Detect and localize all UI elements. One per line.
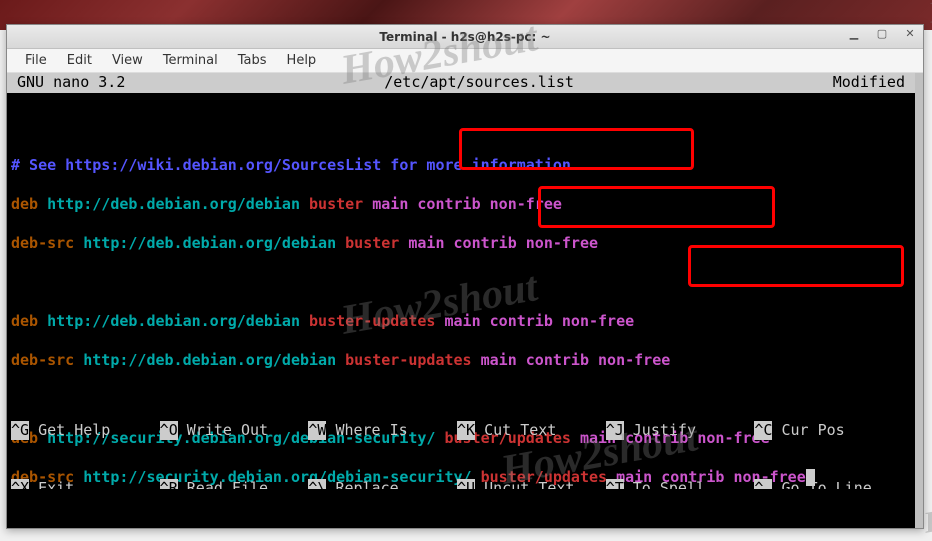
window-controls: ▁ ▢ ✕ bbox=[847, 27, 917, 41]
shortcut-cell: ^X Exit bbox=[11, 479, 160, 489]
editor-line: # See https://wiki.debian.org/SourcesLis… bbox=[11, 156, 911, 176]
shortcut-cell: ^W Where Is bbox=[308, 421, 457, 441]
shortcut-cell: ^G Get Help bbox=[11, 421, 160, 441]
minimize-button[interactable]: ▁ bbox=[847, 27, 861, 41]
nano-filename: /etc/apt/sources.list bbox=[125, 73, 832, 93]
menubar: File Edit View Terminal Tabs Help bbox=[7, 49, 923, 73]
menu-file[interactable]: File bbox=[15, 50, 57, 71]
shortcut-cell: ^R Read File bbox=[160, 479, 309, 489]
shortcut-cell: ^J Justify bbox=[606, 421, 755, 441]
shortcut-cell: ^\ Replace bbox=[308, 479, 457, 489]
editor-line: deb http://deb.debian.org/debian buster-… bbox=[11, 312, 911, 332]
menu-edit[interactable]: Edit bbox=[57, 50, 102, 71]
editor-line: deb http://deb.debian.org/debian buster … bbox=[11, 195, 911, 215]
shortcut-row: ^X Exit ^R Read File ^\ Replace ^U Uncut… bbox=[11, 479, 903, 489]
shortcut-cell: ^C Cur Pos bbox=[754, 421, 903, 441]
close-button[interactable]: ✕ bbox=[903, 27, 917, 41]
terminal-window: Terminal - h2s@h2s-pc: ~ ▁ ▢ ✕ File Edit… bbox=[6, 24, 924, 529]
nano-status: Modified bbox=[833, 73, 911, 93]
shortcut-cell: ^_ Go To Line bbox=[754, 479, 903, 489]
nano-header: GNU nano 3.2 /etc/apt/sources.list Modif… bbox=[7, 73, 915, 93]
editor-line bbox=[11, 273, 911, 293]
shortcut-row: ^G Get Help ^O Write Out ^W Where Is ^K … bbox=[11, 421, 903, 441]
window-titlebar[interactable]: Terminal - h2s@h2s-pc: ~ ▁ ▢ ✕ bbox=[7, 25, 923, 49]
nano-version: GNU nano 3.2 bbox=[11, 73, 125, 93]
menu-terminal[interactable]: Terminal bbox=[153, 50, 228, 71]
menu-view[interactable]: View bbox=[102, 50, 153, 71]
window-title: Terminal - h2s@h2s-pc: ~ bbox=[379, 30, 550, 44]
editor-line: deb-src http://deb.debian.org/debian bus… bbox=[11, 234, 911, 254]
terminal-content[interactable]: GNU nano 3.2 /etc/apt/sources.list Modif… bbox=[7, 73, 923, 528]
maximize-button[interactable]: ▢ bbox=[875, 27, 889, 41]
menu-help[interactable]: Help bbox=[277, 50, 327, 71]
shortcut-cell: ^O Write Out bbox=[160, 421, 309, 441]
menu-tabs[interactable]: Tabs bbox=[228, 50, 277, 71]
editor-line bbox=[11, 117, 911, 137]
shortcut-cell: ^U Uncut Text bbox=[457, 479, 606, 489]
shortcut-cell: ^K Cut Text bbox=[457, 421, 606, 441]
nano-shortcuts: ^G Get Help ^O Write Out ^W Where Is ^K … bbox=[7, 382, 907, 529]
shortcut-cell: ^T To Spell bbox=[606, 479, 755, 489]
editor-line: deb-src http://deb.debian.org/debian bus… bbox=[11, 351, 911, 371]
